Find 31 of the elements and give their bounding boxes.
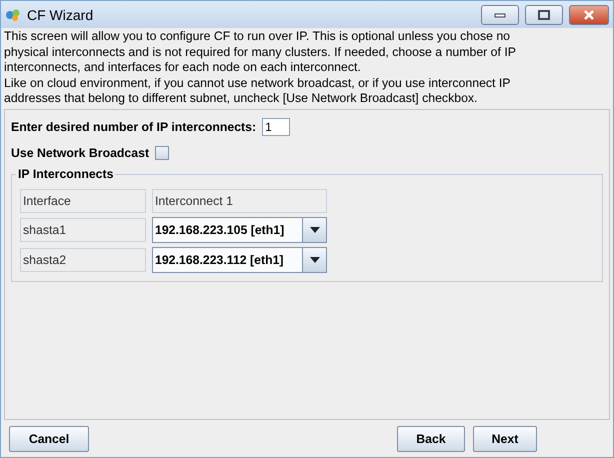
maximize-button[interactable] <box>525 4 563 24</box>
description-text: interconnects, and interfaces for each node on each interconnect. <box>4 60 362 76</box>
interface-dropdown[interactable]: 192.168.223.105 [eth1] <box>152 216 327 242</box>
next-button[interactable]: Next <box>473 426 537 452</box>
minimize-icon <box>494 12 506 18</box>
interface-dropdown[interactable]: 192.168.223.112 [eth1] <box>152 246 327 272</box>
field-label: Enter desired number of IP interconnects: <box>11 120 256 134</box>
minimize-button[interactable] <box>481 4 519 24</box>
cancel-button[interactable]: Cancel <box>9 426 89 452</box>
checkbox-label: Use Network Broadcast <box>11 146 150 160</box>
column-header: Interconnect 1 <box>152 188 327 212</box>
window-title: CF Wizard <box>27 6 94 22</box>
close-icon <box>583 10 595 20</box>
close-button[interactable] <box>569 4 609 24</box>
dropdown-button[interactable] <box>302 218 326 242</box>
node-cell: shasta1 <box>20 218 146 242</box>
count-input[interactable]: 1 <box>262 118 290 136</box>
description-text: addresses that belong to different subnet, uncheck [Use Network Broadcast] checkbox. <box>4 91 478 106</box>
caret-icon <box>310 226 320 232</box>
description-text: This screen will allow you to configure CF to run over IP. This is optional unless you chose no <box>4 29 512 44</box>
maximize-icon <box>538 10 550 20</box>
group-title: IP Interconnects <box>16 166 116 180</box>
dropdown-button[interactable] <box>302 248 326 272</box>
caret-icon <box>310 256 320 262</box>
column-header: Interface <box>20 188 146 212</box>
broadcast-checkbox[interactable] <box>155 146 170 160</box>
node-cell: shasta2 <box>20 248 146 272</box>
description-text: Like on cloud environment, if you cannot use network broadcast, or if you use interconnect IP <box>4 76 512 91</box>
back-button[interactable]: Back <box>397 426 465 452</box>
app-icon <box>5 6 21 22</box>
description-text: physical interconnects and is not required for many clusters. If needed, choose a number of IP <box>4 44 517 60</box>
